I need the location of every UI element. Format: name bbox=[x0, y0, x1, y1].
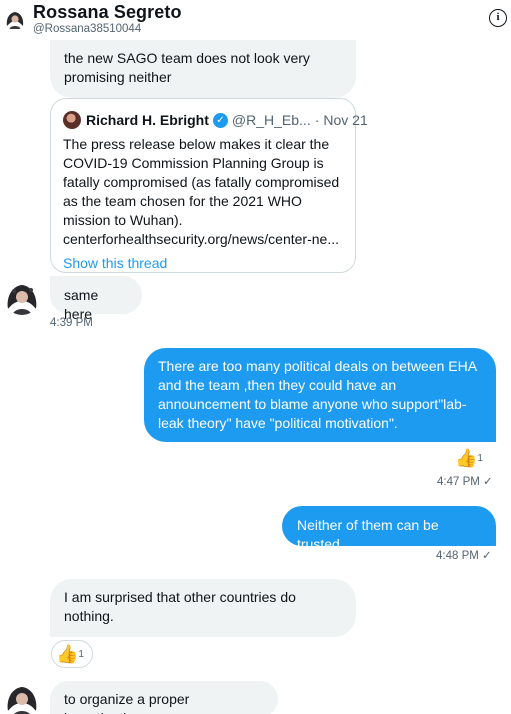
thumbs-up-icon: 👍 bbox=[455, 448, 478, 468]
avatar[interactable] bbox=[4, 681, 40, 714]
reaction-count: 1 bbox=[78, 648, 84, 660]
contact-handle: @Rossana38510044 bbox=[33, 23, 142, 35]
reaction-badge[interactable]: 👍 1 bbox=[51, 640, 93, 668]
info-icon[interactable]: i bbox=[489, 9, 507, 27]
message-text: Neither of them can be trusted bbox=[297, 517, 439, 552]
user-avatar-image bbox=[4, 279, 40, 315]
incoming-message: same here bbox=[50, 276, 142, 322]
quoted-tweet-text: The press release below makes it clear t… bbox=[63, 136, 340, 247]
user-avatar-image bbox=[4, 8, 26, 30]
message-timestamp: 4:48 PM ✓ bbox=[436, 550, 492, 562]
quoted-author-name: Richard H. Ebright bbox=[86, 112, 209, 128]
message-text: There are too many political deals on be… bbox=[158, 358, 477, 431]
separator-dot: · bbox=[314, 112, 320, 128]
user-avatar-image bbox=[4, 681, 40, 714]
message-timestamp: 4:47 PM ✓ bbox=[437, 476, 493, 488]
avatar[interactable] bbox=[4, 8, 26, 30]
avatar[interactable] bbox=[4, 279, 40, 315]
quoted-tweet-card[interactable]: Richard H. Ebright ✓ @R_H_Eb... · Nov 21… bbox=[50, 98, 368, 273]
show-thread-link[interactable]: Show this thread bbox=[63, 255, 343, 271]
reaction-badge[interactable]: 👍 1 bbox=[455, 446, 483, 470]
quoted-tweet-date: Nov 21 bbox=[323, 112, 368, 128]
incoming-message: I am surprised that other countries do n… bbox=[50, 579, 356, 637]
avatar bbox=[63, 111, 81, 129]
message-text: the new SAGO team does not look very pro… bbox=[64, 50, 310, 85]
conversation-header: Rossana Segreto @Rossana38510044 i bbox=[0, 0, 511, 40]
message-text: to organize a proper investigation bbox=[64, 691, 190, 714]
reaction-count: 1 bbox=[477, 452, 483, 464]
incoming-message: to organize a proper investigation bbox=[50, 681, 278, 714]
outgoing-message: There are too many political deals on be… bbox=[144, 348, 496, 442]
message-text: I am surprised that other countries do n… bbox=[64, 589, 296, 624]
quoted-author-handle: @R_H_Eb... bbox=[231, 112, 311, 128]
quoted-tweet-author-row: Richard H. Ebright ✓ @R_H_Eb... · Nov 21 bbox=[63, 109, 368, 131]
outgoing-message: Neither of them can be trusted bbox=[282, 506, 496, 552]
message-timestamp: 4:39 PM bbox=[50, 317, 93, 329]
incoming-message: the new SAGO team does not look very pro… bbox=[50, 40, 356, 98]
contact-name: Rossana Segreto bbox=[33, 2, 182, 22]
thumbs-up-icon: 👍 bbox=[56, 643, 79, 664]
verified-badge-icon: ✓ bbox=[212, 112, 228, 128]
